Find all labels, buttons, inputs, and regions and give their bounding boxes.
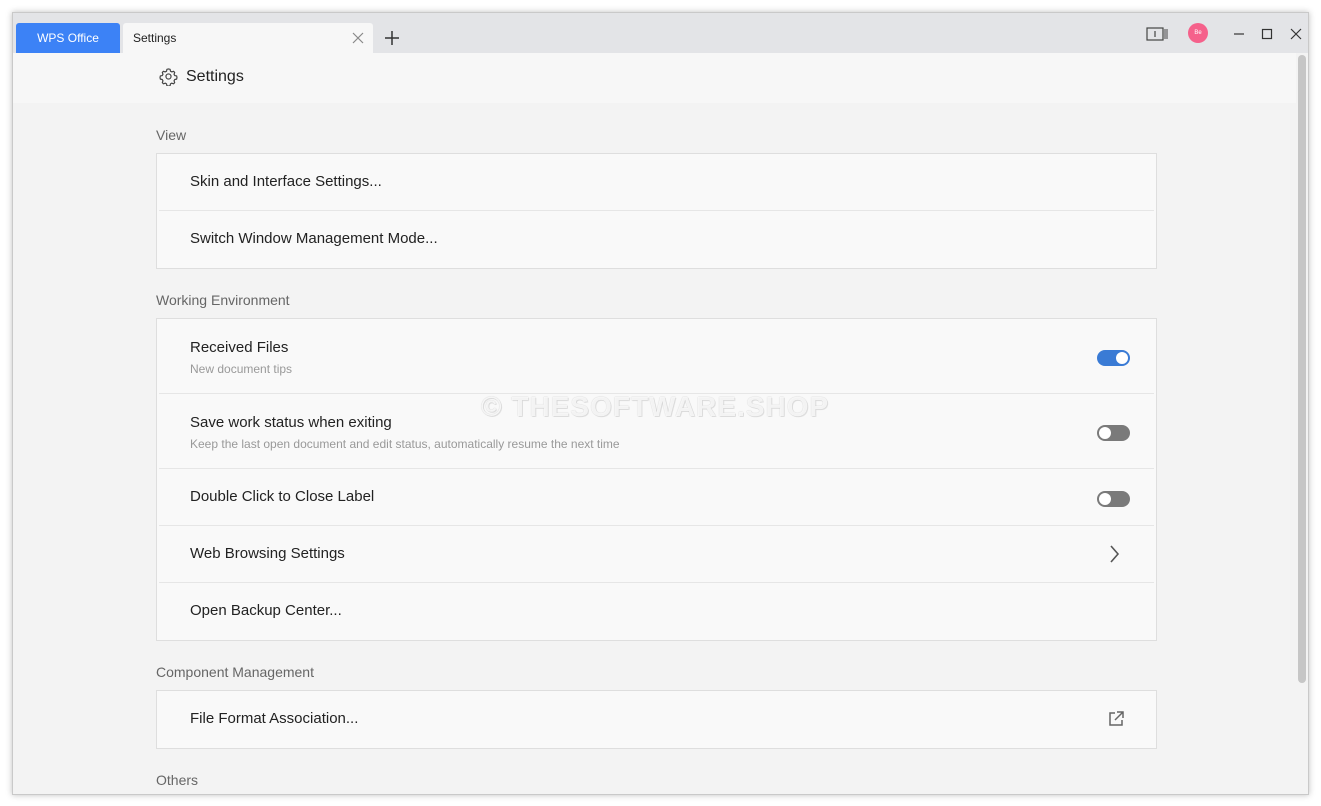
item-title: Received Files [190,339,289,356]
settings-content: View Skin and Interface Settings... Swit… [13,103,1298,794]
double-click-close-toggle[interactable] [1097,491,1130,507]
save-work-status-item: Save work status when exiting Keep the l… [159,394,1154,469]
tab-label: WPS Office [37,31,99,45]
double-click-close-label-item: Double Click to Close Label [159,469,1154,526]
item-subtitle: New document tips [190,362,293,376]
maximize-icon[interactable] [1256,23,1278,45]
gear-icon [159,68,178,86]
received-files-item: Received Files New document tips [159,319,1154,394]
save-work-status-toggle[interactable] [1097,425,1130,441]
component-management-card: File Format Association... [156,690,1157,749]
vertical-scrollbar[interactable] [1296,53,1308,794]
close-icon[interactable] [351,31,365,45]
item-title: Web Browsing Settings [190,545,345,562]
web-browsing-settings-item[interactable]: Web Browsing Settings [159,526,1154,583]
tab-wps-office[interactable]: WPS Office [16,23,120,53]
tab-settings[interactable]: Settings [123,23,373,53]
received-files-toggle[interactable] [1097,350,1130,366]
item-title: Switch Window Management Mode... [190,230,438,247]
tab-label: Settings [133,31,177,45]
external-link-icon [1109,711,1124,726]
item-title: Open Backup Center... [190,602,342,619]
item-subtitle: Keep the last open document and edit sta… [190,437,620,451]
scrollbar-thumb[interactable] [1298,55,1306,683]
skin-interface-settings-item[interactable]: Skin and Interface Settings... [159,154,1154,211]
close-window-icon[interactable] [1285,23,1307,45]
settings-header: Settings [13,53,1298,103]
window-mode-icon[interactable] [1146,23,1168,45]
switch-window-mode-item[interactable]: Switch Window Management Mode... [159,211,1154,268]
minimize-icon[interactable] [1228,23,1250,45]
item-title: Skin and Interface Settings... [190,173,382,190]
working-environment-card: Received Files New document tips Save wo… [156,318,1157,641]
app-window: WPS Office Settings Be Settings View Ski… [12,12,1309,795]
section-label-view: View [156,127,187,143]
open-backup-center-item[interactable]: Open Backup Center... [159,583,1154,640]
avatar-text: Be [1194,30,1202,36]
avatar[interactable]: Be [1188,23,1208,43]
item-title: Double Click to Close Label [190,488,375,505]
page-title-text: Settings [186,67,244,85]
section-label-component-management: Component Management [156,664,314,680]
item-title: File Format Association... [190,710,359,727]
add-tab-icon[interactable] [381,27,403,49]
title-bar: WPS Office Settings Be [13,13,1308,53]
view-card: Skin and Interface Settings... Switch Wi… [156,153,1157,269]
section-label-others: Others [156,772,199,788]
chevron-right-icon [1110,545,1120,563]
section-label-working-environment: Working Environment [156,292,290,308]
page-title: Settings [159,67,244,86]
item-title: Save work status when exiting [190,414,392,431]
file-format-association-item[interactable]: File Format Association... [159,691,1154,748]
